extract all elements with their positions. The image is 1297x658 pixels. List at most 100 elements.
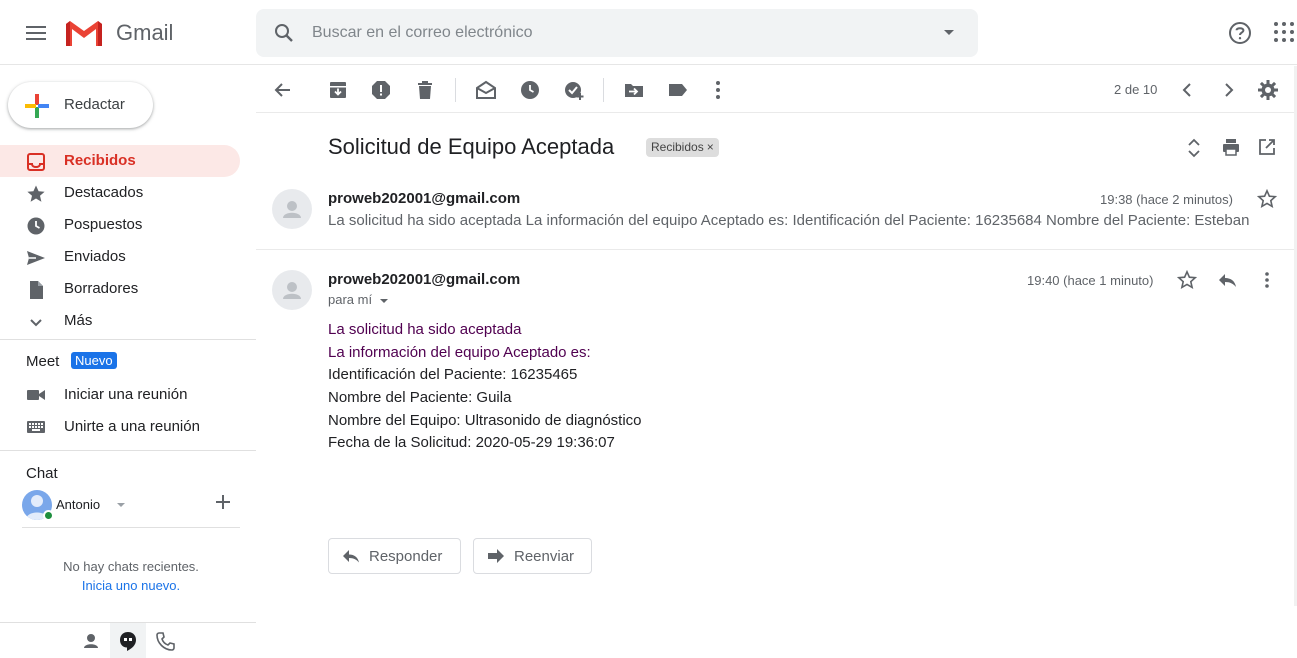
sender-avatar	[272, 270, 312, 310]
recipient-details[interactable]: para mí	[328, 292, 389, 307]
star-icon	[26, 184, 46, 204]
status-dropdown-icon[interactable]	[115, 499, 127, 511]
top-header: Gmail	[0, 0, 1297, 65]
chevron-down-icon	[26, 312, 46, 332]
compose-plus-icon	[24, 93, 50, 119]
inbox-icon	[26, 152, 46, 172]
archive-icon[interactable]	[327, 79, 349, 101]
message-toolbar: 2 de 10	[256, 66, 1297, 113]
pagination-count: 2 de 10	[1114, 82, 1158, 97]
message-separator	[256, 249, 1297, 250]
sidebar-item-label: Pospuestos	[64, 216, 143, 233]
settings-gear-icon[interactable]	[1257, 79, 1279, 101]
meet-section-title: Meet	[26, 353, 60, 370]
reply-icon	[341, 547, 361, 565]
snooze-clock-icon[interactable]	[519, 79, 541, 101]
sidebar-divider	[0, 450, 256, 451]
back-arrow-icon[interactable]	[272, 79, 294, 101]
contacts-icon[interactable]	[81, 630, 103, 652]
apps-grid-icon[interactable]	[1272, 20, 1296, 44]
report-spam-icon[interactable]	[370, 79, 392, 101]
chat-section-title: Chat	[26, 465, 58, 482]
remove-label-icon[interactable]: ×	[707, 140, 714, 154]
help-icon[interactable]	[1227, 20, 1253, 46]
start-new-chat-link[interactable]: Inicia uno nuevo.	[0, 578, 262, 593]
start-meeting-label: Iniciar una reunión	[64, 386, 188, 403]
toolbar-separator	[603, 78, 604, 102]
no-chats-text: No hay chats recientes.	[63, 559, 199, 574]
sidebar-item-label: Recibidos	[64, 152, 136, 169]
more-options-icon[interactable]	[707, 79, 729, 101]
chat-user-row[interactable]: Antonio	[22, 490, 240, 528]
phone-icon[interactable]	[155, 630, 177, 652]
search-options-icon[interactable]	[940, 23, 958, 41]
sidebar-item-label: Destacados	[64, 184, 144, 201]
forward-button[interactable]: Reenviar	[473, 538, 592, 574]
gmail-logo-text[interactable]: Gmail	[116, 20, 173, 46]
new-badge: Nuevo	[71, 352, 117, 369]
compose-button[interactable]: Redactar	[8, 82, 153, 128]
join-meeting-item[interactable]: Unirte a una reunión	[0, 413, 240, 441]
sidebar: Redactar Recibidos Destacados Pospuestos…	[0, 66, 256, 658]
star-toggle-icon[interactable]	[1177, 270, 1197, 290]
sidebar-item-snoozed[interactable]: Pospuestos	[0, 209, 240, 241]
message-body-line: Nombre del Equipo: Ultrasonido de diagnó…	[328, 412, 642, 429]
expand-all-icon[interactable]	[1184, 137, 1204, 159]
recipient-caret-icon	[379, 298, 388, 303]
gmail-logo-icon[interactable]	[64, 18, 104, 48]
message-body-line: Fecha de la Solicitud: 2020-05-29 19:36:…	[328, 434, 615, 451]
message-body-line: La información del equipo Aceptado es:	[328, 344, 591, 361]
sidebar-nav: Recibidos Destacados Pospuestos Enviados…	[0, 145, 256, 337]
print-icon[interactable]	[1221, 137, 1241, 157]
hangouts-icon[interactable]	[118, 630, 140, 652]
message-more-icon[interactable]	[1257, 270, 1277, 290]
search-icon[interactable]	[272, 21, 296, 45]
keyboard-icon	[26, 417, 46, 437]
message-snippet[interactable]: La solicitud ha sido aceptada La informa…	[328, 212, 1275, 229]
sidebar-item-sent[interactable]: Enviados	[0, 241, 240, 273]
message-body-line: Nombre del Paciente: Guila	[328, 389, 512, 406]
main-menu-icon[interactable]	[24, 22, 48, 44]
sidebar-item-label: Enviados	[64, 248, 126, 265]
older-chevron-right-icon[interactable]	[1217, 79, 1239, 101]
sidebar-bottom-bar	[0, 622, 256, 658]
move-to-icon[interactable]	[623, 79, 645, 101]
message-body-line: La solicitud ha sido aceptada	[328, 321, 522, 338]
inbox-label-chip[interactable]: Recibidos ×	[646, 138, 719, 157]
sidebar-item-inbox[interactable]: Recibidos	[0, 145, 240, 177]
compose-label: Redactar	[64, 96, 125, 113]
message-body-line: Identificación del Paciente: 16235465	[328, 366, 578, 383]
open-new-window-icon[interactable]	[1257, 137, 1277, 157]
sender-email[interactable]: proweb202001@gmail.com	[328, 271, 520, 288]
newer-chevron-left-icon[interactable]	[1177, 79, 1199, 101]
reply-icon[interactable]	[1216, 270, 1238, 290]
toolbar-separator	[455, 78, 456, 102]
star-toggle-icon[interactable]	[1257, 189, 1277, 209]
start-meeting-item[interactable]: Iniciar una reunión	[0, 381, 240, 409]
message-time: 19:40 (hace 1 minuto)	[1027, 273, 1154, 288]
chat-user-name: Antonio	[56, 497, 101, 512]
delete-icon[interactable]	[414, 79, 436, 101]
recipient-label: para mí	[328, 292, 373, 307]
forward-label: Reenviar	[514, 548, 575, 565]
label-icon[interactable]	[667, 79, 689, 101]
send-icon	[26, 248, 46, 268]
forward-icon	[486, 547, 506, 565]
add-chat-icon[interactable]	[215, 494, 231, 510]
sender-avatar	[272, 189, 312, 229]
sidebar-item-more[interactable]: Más	[0, 305, 240, 337]
reply-label: Responder	[369, 548, 443, 565]
clock-icon	[26, 216, 46, 236]
draft-icon	[26, 280, 46, 300]
join-meeting-label: Unirte a una reunión	[64, 418, 200, 435]
message-time: 19:38 (hace 2 minutos)	[1100, 192, 1233, 207]
sidebar-item-drafts[interactable]: Borradores	[0, 273, 240, 305]
mark-unread-icon[interactable]	[475, 79, 497, 101]
sender-email[interactable]: proweb202001@gmail.com	[328, 190, 520, 207]
add-task-icon[interactable]	[563, 79, 585, 101]
reply-button[interactable]: Responder	[328, 538, 461, 574]
sidebar-item-starred[interactable]: Destacados	[0, 177, 240, 209]
video-camera-icon	[26, 385, 46, 405]
search-bar	[256, 9, 978, 57]
search-input[interactable]	[312, 19, 912, 47]
